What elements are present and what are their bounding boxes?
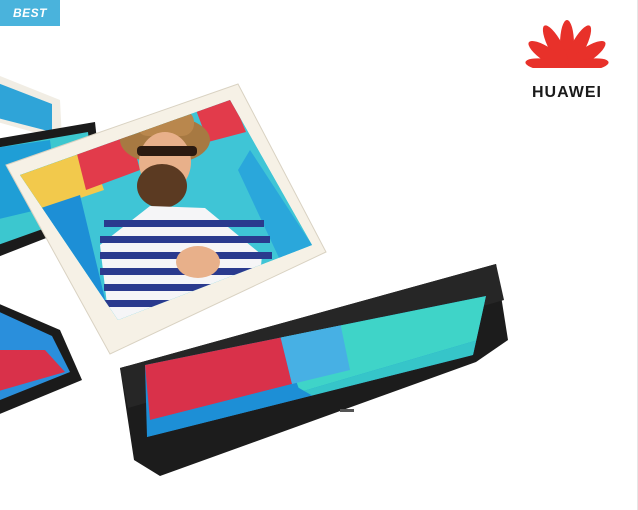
product-banner[interactable]: BEST HUAWEI — [0, 0, 638, 510]
huawei-wordmark: HUAWEI — [532, 84, 602, 101]
huawei-petal-logo-icon — [512, 20, 622, 88]
background-tablet-bottom — [0, 304, 82, 414]
huawei-logo: HUAWEI — [512, 16, 622, 108]
